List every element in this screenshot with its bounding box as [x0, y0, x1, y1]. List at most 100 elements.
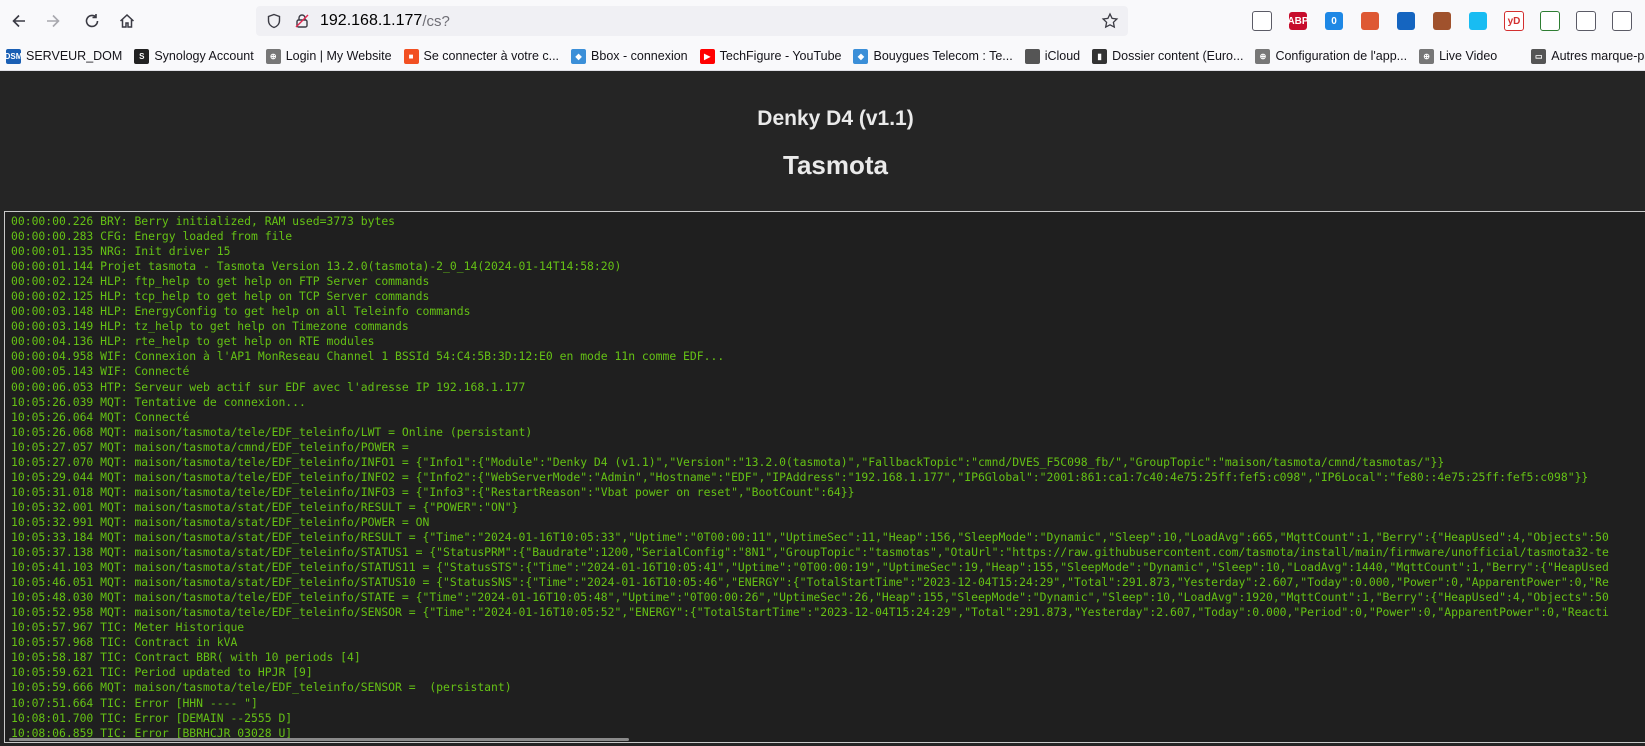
log-line: 10:05:52.958 MQT: maison/tasmota/tele/ED…	[11, 605, 1609, 620]
bookmark-label: SERVEUR_DOM	[26, 49, 123, 63]
log-line: 00:00:00.226 BRY: Berry initialized, RAM…	[11, 214, 396, 228]
log-line: 00:00:04.958 WIF: Connexion à l'AP1 MonR…	[11, 349, 725, 364]
log-line: 00:00:05.143 WIF: Connecté	[11, 364, 190, 379]
log-line: 10:05:41.103 MQT: maison/tasmota/stat/ED…	[11, 560, 1609, 575]
log-line: 00:00:01.135 NRG: Init driver 15	[11, 244, 231, 259]
log-line: 10:05:26.039 MQT: Tentative de connexion…	[11, 394, 306, 409]
back-arrow-icon	[12, 14, 25, 28]
duckduckgo-icon[interactable]	[1352, 6, 1388, 36]
bookmark-favicon-icon: ◆	[571, 48, 587, 64]
bookmark-label: Bouygues Telecom : Te...	[873, 49, 1013, 63]
log-line: 10:05:33.184 MQT: maison/tasmota/stat/ED…	[11, 529, 1609, 544]
log-line: 00:00:03.149 HLP: tz_help to get help on…	[11, 319, 409, 334]
download-arrow-icon[interactable]	[1532, 6, 1568, 36]
extensions-puzzle-icon-glyph	[1612, 11, 1632, 31]
log-line: 10:05:58.187 TIC: Contract BBR( with 10 …	[11, 650, 361, 665]
bookmark-item[interactable]: DSM SERVEUR_DOM	[0, 44, 128, 68]
pocket-icon[interactable]	[1244, 6, 1280, 36]
bookmark-item[interactable]: ▮ Dossier content (Euro...	[1086, 44, 1249, 68]
bookmark-item[interactable]: ⊕ Configuration de l'app...	[1249, 44, 1413, 68]
bookmark-favicon-icon: S	[134, 48, 150, 64]
reload-icon	[85, 14, 99, 28]
bookmark-favicon-icon: ⊕	[1419, 48, 1435, 64]
log-line: 00:00:02.124 HLP: ftp_help to get help o…	[11, 274, 430, 289]
sun-extension-icon[interactable]	[1424, 6, 1460, 36]
log-line: 00:00:02.125 HLP: tcp_help to get help o…	[11, 289, 430, 304]
bookmark-label: Synology Account	[154, 49, 254, 63]
bookmark-item[interactable]: ⊕ Live Video	[1413, 44, 1503, 68]
log-line: 10:05:37.138 MQT: maison/tasmota/stat/ED…	[11, 545, 1609, 560]
url-host: 192.168.1.177	[320, 12, 423, 29]
log-line: 10:05:48.030 MQT: maison/tasmota/tele/ED…	[11, 590, 1609, 605]
log-line: 10:05:26.064 MQT: Connecté	[11, 409, 190, 424]
extensions-puzzle-icon[interactable]	[1604, 6, 1640, 36]
bookmark-item[interactable]: ■ Se connecter à votre c...	[398, 44, 566, 68]
bookmark-favicon-icon: ◆	[853, 48, 869, 64]
bookmark-favicon-icon: ▭	[1531, 48, 1547, 64]
extensions-bar: ABP 0 yD	[1244, 6, 1640, 36]
sync-icon-glyph	[1576, 11, 1596, 31]
log-line: 10:07:51.664 TIC: Error [HHN ---- "]	[11, 695, 258, 710]
bookmark-favicon-icon: ▮	[1092, 48, 1108, 64]
bookmark-item[interactable]: iCloud	[1019, 44, 1086, 68]
log-line: 10:05:29.044 MQT: maison/tasmota/tele/ED…	[11, 469, 1589, 484]
bookmark-item[interactable]: ▭ Autres marque-pa	[1525, 44, 1645, 68]
bookmark-item[interactable]: ◆ Bbox - connexion	[565, 44, 694, 68]
log-line: 10:08:01.700 TIC: Error [DEMAIN --2555 D…	[11, 710, 293, 725]
bookmark-favicon-icon: ⊕	[265, 48, 281, 64]
clipboard-extension-icon[interactable]: 0	[1316, 6, 1352, 36]
tasmota-page: Denky D4 (v1.1) Tasmota 00:00:00.226 BRY…	[0, 71, 1645, 746]
log-line: 10:05:32.991 MQT: maison/tasmota/stat/ED…	[11, 514, 430, 529]
log-line: 10:05:26.068 MQT: maison/tasmota/tele/ED…	[11, 424, 533, 439]
page-title: Tasmota	[783, 150, 888, 180]
bookmark-item[interactable]: S Synology Account	[128, 44, 259, 68]
youtube-downloader-icon[interactable]: yD	[1496, 6, 1532, 36]
console-lines: 00:00:00.226 BRY: Berry initialized, RAM…	[11, 214, 1609, 741]
bookmark-favicon-icon: ■	[403, 48, 419, 64]
bookmark-favicon-icon: DSM	[5, 48, 22, 64]
bookmark-label: Login | My Website	[285, 49, 392, 63]
network-extension-icon-glyph	[1397, 12, 1415, 30]
home-button[interactable]	[112, 6, 142, 36]
bookmark-label: Se connecter à votre c...	[423, 49, 560, 63]
bookmark-item[interactable]: ◆ Bouygues Telecom : Te...	[847, 44, 1018, 68]
bookmark-star-icon[interactable]	[1100, 11, 1120, 31]
horizontal-scrollbar[interactable]	[9, 738, 629, 741]
home-assistant-icon[interactable]	[1460, 6, 1496, 36]
back-button[interactable]	[4, 6, 34, 36]
duckduckgo-icon-glyph	[1361, 12, 1379, 30]
download-arrow-icon-glyph	[1540, 11, 1560, 31]
sun-extension-icon-glyph	[1433, 12, 1451, 30]
adblock-icon-glyph: ABP	[1287, 12, 1309, 30]
browser-toolbar: 192.168.1.177/cs? ABP 0 yD	[0, 0, 1645, 42]
address-bar[interactable]: 192.168.1.177/cs?	[256, 6, 1128, 36]
bookmark-label: iCloud	[1044, 49, 1081, 63]
adblock-icon[interactable]: ABP	[1280, 6, 1316, 36]
bookmark-item[interactable]: ▶ TechFigure - YouTube	[694, 44, 848, 68]
forward-arrow-icon	[47, 14, 60, 28]
log-line: 00:00:01.144 Projet tasmota - Tasmota Ve…	[11, 259, 622, 274]
bookmark-favicon-icon	[1024, 48, 1040, 64]
log-line: 00:00:06.053 HTP: Serveur web actif sur …	[11, 379, 526, 394]
url-path: /cs?	[422, 12, 450, 30]
reload-button[interactable]	[77, 6, 107, 36]
forward-button[interactable]	[38, 6, 68, 36]
log-line: 00:00:00.283 CFG: Energy loaded from fil…	[11, 229, 293, 244]
bookmark-favicon-icon: ⊕	[1255, 48, 1271, 64]
sync-icon[interactable]	[1568, 6, 1604, 36]
log-line: 00:00:03.148 HLP: EnergyConfig to get he…	[11, 304, 471, 319]
bookmark-label: Bbox - connexion	[591, 49, 688, 63]
log-line: 10:05:27.057 MQT: maison/tasmota/cmnd/ED…	[11, 439, 409, 454]
bookmark-favicon-icon: ▶	[699, 48, 715, 64]
insecure-lock-icon[interactable]	[292, 11, 312, 31]
shield-icon[interactable]	[264, 11, 284, 31]
network-extension-icon[interactable]	[1388, 6, 1424, 36]
log-line: 10:05:46.051 MQT: maison/tasmota/stat/ED…	[11, 575, 1609, 590]
console-log[interactable]: 00:00:00.226 BRY: Berry initialized, RAM…	[4, 211, 1645, 743]
log-line: 10:05:57.967 TIC: Meter Historique	[11, 620, 245, 635]
log-line: 10:05:59.666 MQT: maison/tasmota/tele/ED…	[11, 680, 512, 695]
bookmark-item[interactable]: ⊕ Login | My Website	[260, 44, 398, 68]
pocket-icon-glyph	[1252, 11, 1272, 31]
bookmark-label: Dossier content (Euro...	[1112, 49, 1244, 63]
log-line: 10:05:57.968 TIC: Contract in kVA	[11, 635, 238, 650]
